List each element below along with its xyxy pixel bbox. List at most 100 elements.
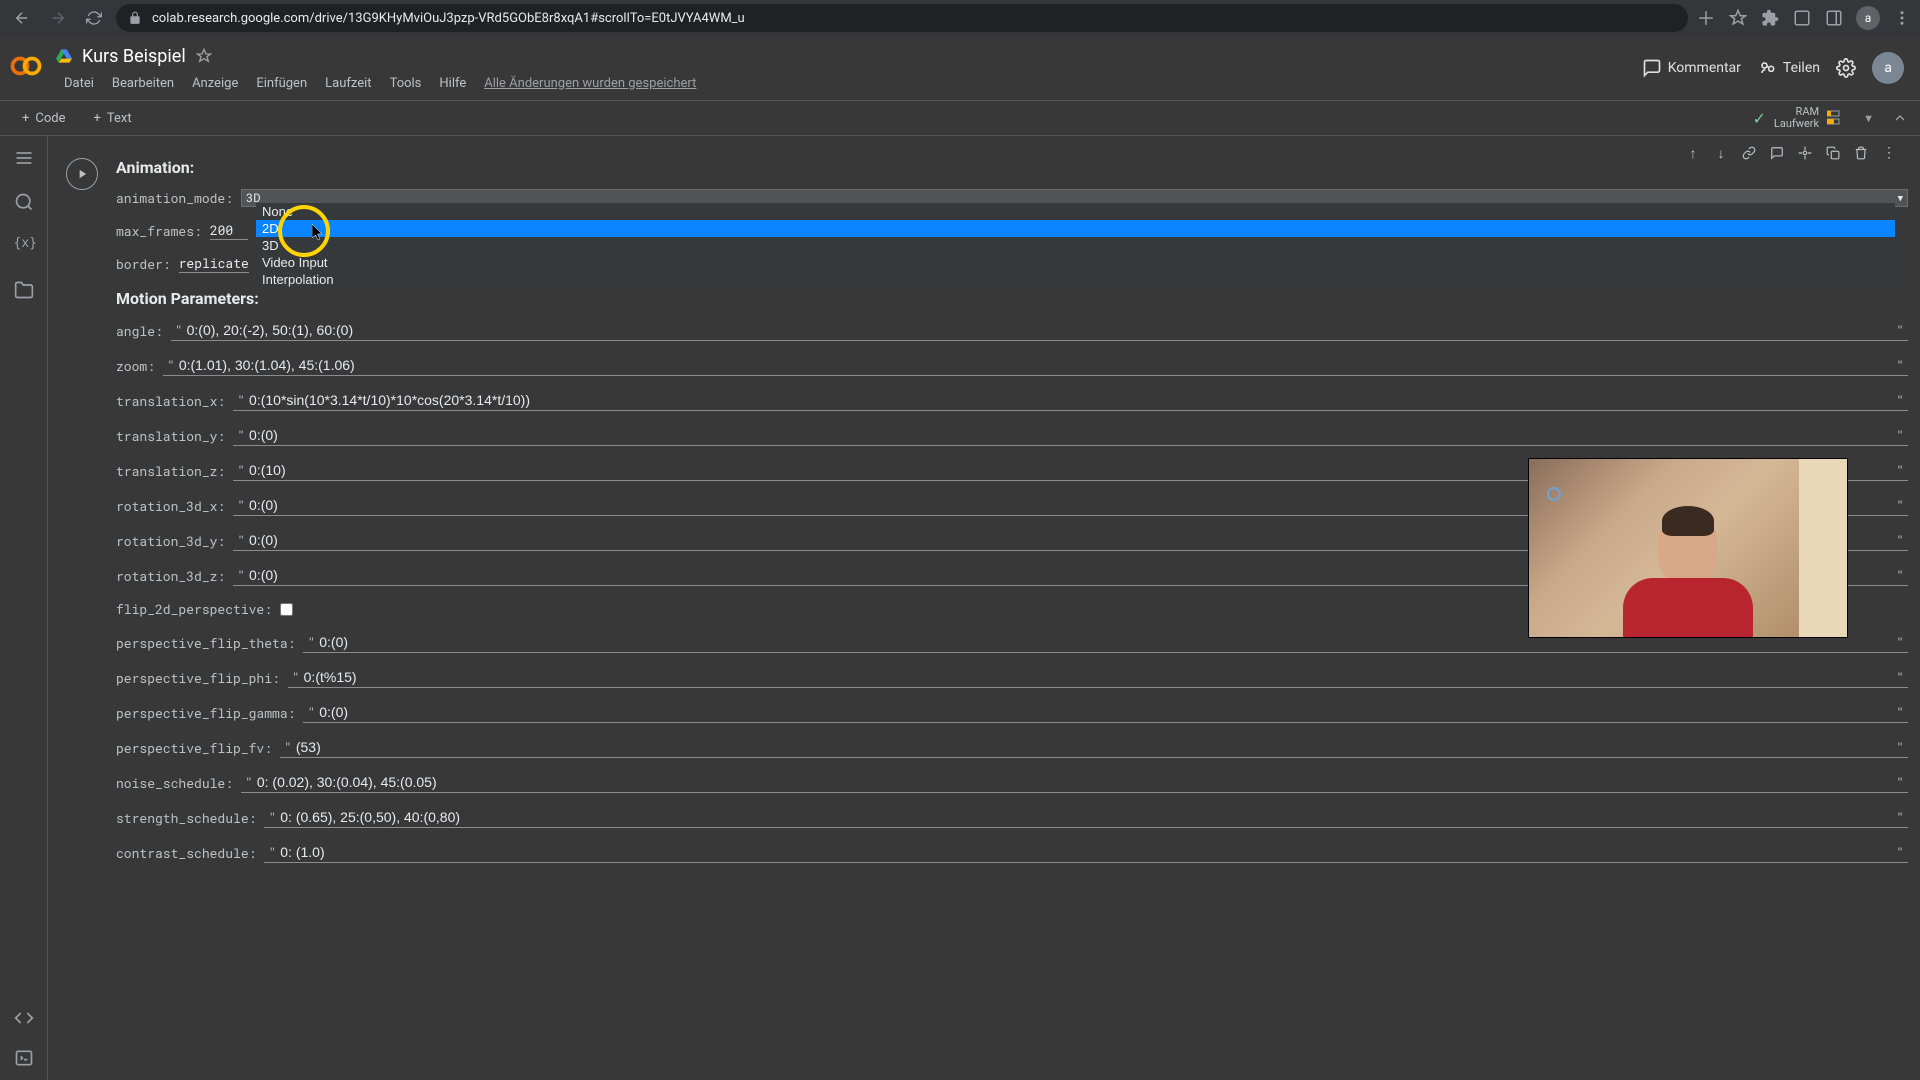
address-bar[interactable]: colab.research.google.com/drive/13G9KHyM… bbox=[116, 4, 1688, 32]
input-perspective-flip-phi[interactable] bbox=[304, 667, 1893, 687]
colab-logo-icon[interactable] bbox=[8, 48, 44, 84]
run-cell-button[interactable] bbox=[66, 158, 98, 190]
dropdown-option-interpolation[interactable]: Interpolation bbox=[256, 271, 1895, 288]
cursor-icon bbox=[312, 224, 326, 242]
reload-button[interactable] bbox=[80, 4, 108, 32]
check-icon: ✓ bbox=[1753, 109, 1766, 128]
dropdown-option-3d[interactable]: 3D bbox=[256, 237, 1895, 254]
settings-cell-icon[interactable] bbox=[1792, 140, 1818, 166]
input-max-frames[interactable] bbox=[210, 221, 248, 240]
section-motion-title: Motion Parameters: bbox=[116, 289, 1908, 308]
label-noise-schedule: noise_schedule: bbox=[116, 774, 233, 792]
label-border: border: bbox=[116, 255, 171, 273]
left-sidebar: {x} bbox=[0, 136, 48, 1080]
search-icon[interactable] bbox=[14, 192, 34, 212]
label-max-frames: max_frames: bbox=[116, 222, 202, 240]
label-strength-schedule: strength_schedule: bbox=[116, 809, 256, 827]
sidepanel-icon[interactable] bbox=[1824, 8, 1844, 28]
resource-bars-icon bbox=[1827, 109, 1855, 127]
add-code-button[interactable]: +Code bbox=[12, 107, 76, 130]
menu-einfuegen[interactable]: Einfügen bbox=[248, 73, 315, 94]
translate-icon[interactable] bbox=[1696, 8, 1716, 28]
cell-toolbar: ↑ ↓ ⋮ bbox=[1678, 138, 1904, 168]
save-status[interactable]: Alle Änderungen wurden gespeichert bbox=[484, 76, 696, 91]
dropdown-option-2d[interactable]: 2D bbox=[256, 220, 1895, 237]
label-translation-x: translation_x: bbox=[116, 392, 225, 410]
collapse-icon[interactable] bbox=[1892, 110, 1908, 126]
files-icon[interactable] bbox=[14, 280, 34, 300]
star-document-icon[interactable] bbox=[196, 48, 212, 64]
user-avatar[interactable]: a bbox=[1872, 52, 1904, 84]
browser-toolbar: colab.research.google.com/drive/13G9KHyM… bbox=[0, 0, 1920, 36]
notebook-toolbar: +Code +Text ✓ RAM Laufwerk ▼ bbox=[0, 100, 1920, 136]
profile-avatar[interactable]: a bbox=[1856, 6, 1880, 30]
label-contrast-schedule: contrast_schedule: bbox=[116, 844, 256, 862]
label-perspective-flip-theta: perspective_flip_theta: bbox=[116, 634, 295, 652]
menu-anzeige[interactable]: Anzeige bbox=[184, 73, 246, 94]
menu-tools[interactable]: Tools bbox=[382, 73, 430, 94]
chevron-down-icon: ▼ bbox=[1898, 193, 1903, 204]
url-text: colab.research.google.com/drive/13G9KHyM… bbox=[152, 11, 1676, 26]
webcam-overlay bbox=[1528, 458, 1848, 638]
input-noise-schedule[interactable] bbox=[257, 772, 1892, 792]
dropdown-option-video-input[interactable]: Video Input bbox=[256, 254, 1895, 271]
delete-cell-icon[interactable] bbox=[1848, 140, 1874, 166]
link-icon[interactable] bbox=[1736, 140, 1762, 166]
variables-icon[interactable]: {x} bbox=[14, 236, 34, 256]
toc-icon[interactable] bbox=[14, 148, 34, 168]
comment-icon bbox=[1642, 58, 1662, 78]
share-button[interactable]: Teilen bbox=[1757, 58, 1820, 78]
mirror-cell-icon[interactable] bbox=[1820, 140, 1846, 166]
colab-header: Kurs Beispiel Datei Bearbeiten Anzeige E… bbox=[0, 36, 1920, 100]
label-zoom: zoom: bbox=[116, 357, 155, 375]
label-animation-mode: animation_mode: bbox=[116, 189, 233, 207]
animation-mode-dropdown[interactable]: None 2D 3D Video Input Interpolation bbox=[256, 203, 1895, 288]
forward-button[interactable] bbox=[44, 4, 72, 32]
move-up-icon[interactable]: ↑ bbox=[1680, 140, 1706, 166]
settings-icon[interactable] bbox=[1836, 58, 1856, 78]
move-down-icon[interactable]: ↓ bbox=[1708, 140, 1734, 166]
drive-icon bbox=[56, 48, 72, 64]
extensions-icon[interactable] bbox=[1760, 8, 1780, 28]
comment-cell-icon[interactable] bbox=[1764, 140, 1790, 166]
lock-icon bbox=[128, 11, 142, 25]
input-strength-schedule[interactable] bbox=[280, 807, 1892, 827]
terminal-icon[interactable] bbox=[14, 1048, 34, 1068]
input-perspective-flip-gamma[interactable] bbox=[319, 702, 1892, 722]
label-angle: angle: bbox=[116, 322, 163, 340]
input-translation-x[interactable] bbox=[249, 390, 1892, 410]
menu-bearbeiten[interactable]: Bearbeiten bbox=[104, 73, 182, 94]
label-perspective-flip-gamma: perspective_flip_gamma: bbox=[116, 704, 295, 722]
label-perspective-flip-phi: perspective_flip_phi: bbox=[116, 669, 280, 687]
comment-button[interactable]: Kommentar bbox=[1642, 58, 1741, 78]
input-zoom[interactable] bbox=[179, 355, 1892, 375]
browser-extensions: a bbox=[1696, 6, 1912, 30]
share-icon bbox=[1757, 58, 1777, 78]
connection-status[interactable]: ✓ RAM Laufwerk ▼ bbox=[1753, 106, 1875, 130]
menu-laufzeit[interactable]: Laufzeit bbox=[317, 73, 379, 94]
input-contrast-schedule[interactable] bbox=[280, 842, 1892, 862]
label-flip-2d-perspective: flip_2d_perspective: bbox=[116, 600, 272, 618]
add-text-button[interactable]: +Text bbox=[84, 107, 142, 130]
connection-dropdown-icon[interactable]: ▼ bbox=[1863, 112, 1874, 125]
select-border[interactable] bbox=[179, 254, 249, 273]
input-angle[interactable] bbox=[187, 320, 1893, 340]
menu-datei[interactable]: Datei bbox=[56, 73, 102, 94]
code-snippets-icon[interactable] bbox=[14, 1008, 34, 1028]
section-animation-title: Animation: bbox=[116, 158, 1908, 177]
input-perspective-flip-fv[interactable] bbox=[296, 737, 1892, 757]
account-icon[interactable] bbox=[1792, 8, 1812, 28]
label-rotation-3d-y: rotation_3d_y: bbox=[116, 532, 225, 550]
input-translation-y[interactable] bbox=[249, 425, 1892, 445]
dropdown-option-none[interactable]: None bbox=[256, 203, 1895, 220]
more-cell-icon[interactable]: ⋮ bbox=[1876, 140, 1902, 166]
checkbox-flip-2d-perspective[interactable] bbox=[280, 603, 293, 616]
label-rotation-3d-x: rotation_3d_x: bbox=[116, 497, 225, 515]
document-title[interactable]: Kurs Beispiel bbox=[82, 46, 186, 67]
menu-icon[interactable] bbox=[1892, 8, 1912, 28]
star-icon[interactable] bbox=[1728, 8, 1748, 28]
back-button[interactable] bbox=[8, 4, 36, 32]
menu-hilfe[interactable]: Hilfe bbox=[431, 73, 474, 94]
menu-bar: Datei Bearbeiten Anzeige Einfügen Laufze… bbox=[56, 70, 1630, 96]
label-rotation-3d-z: rotation_3d_z: bbox=[116, 567, 225, 585]
